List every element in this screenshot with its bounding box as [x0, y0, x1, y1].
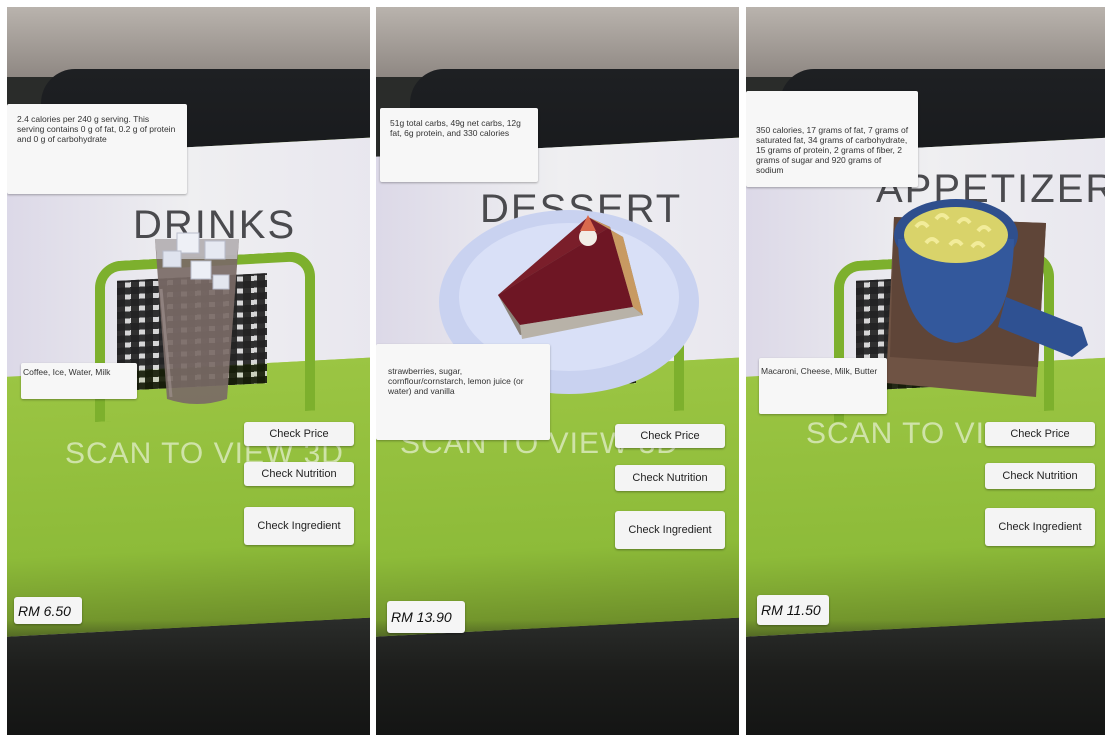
check-price-button[interactable]: Check Price	[615, 424, 725, 448]
ingredient-info-panel: Macaroni, Cheese, Milk, Butter	[759, 358, 887, 414]
nutrition-info-panel: 2.4 calories per 240 g serving. This ser…	[7, 104, 187, 194]
check-nutrition-button[interactable]: Check Nutrition	[985, 463, 1095, 489]
camera-background-floor	[746, 620, 1105, 735]
price-tag: RM 13.90	[387, 601, 465, 633]
check-price-button[interactable]: Check Price	[244, 422, 354, 446]
check-price-button[interactable]: Check Price	[985, 422, 1095, 446]
camera-background-wall	[7, 7, 370, 77]
nutrition-info-panel: 51g total carbs, 49g net carbs, 12g fat,…	[380, 108, 538, 182]
mac-and-cheese-pot-model[interactable]	[886, 187, 1091, 402]
iced-coffee-glass-model[interactable]	[147, 229, 247, 409]
camera-background-wall	[376, 7, 739, 77]
camera-background-floor	[7, 620, 370, 735]
ingredient-info-panel: Coffee, Ice, Water, Milk	[21, 363, 137, 399]
check-nutrition-button[interactable]: Check Nutrition	[615, 465, 725, 491]
nutrition-info-panel: 350 calories, 17 grams of fat, 7 grams o…	[746, 91, 918, 187]
check-ingredient-button[interactable]: Check Ingredient	[615, 511, 725, 549]
check-nutrition-button[interactable]: Check Nutrition	[244, 462, 354, 486]
ar-screen-drinks: DRINKS SCAN TO VIEW 3D 2.4 calories per …	[7, 7, 370, 735]
ingredient-info-panel: strawberries, sugar, cornflour/cornstarc…	[376, 344, 550, 440]
price-tag: RM 6.50	[14, 597, 82, 624]
ar-screen-dessert: DESSERT SCAN TO VIEW 3D 51g total carbs,…	[376, 7, 739, 735]
check-ingredient-button[interactable]: Check Ingredient	[244, 507, 354, 545]
camera-background-floor	[376, 620, 739, 735]
ar-screen-appetizer: APPETIZER SCAN TO VIEW 3D 350 calories, …	[746, 7, 1105, 735]
price-tag: RM 11.50	[757, 595, 829, 625]
check-ingredient-button[interactable]: Check Ingredient	[985, 508, 1095, 546]
camera-background-wall	[746, 7, 1105, 77]
